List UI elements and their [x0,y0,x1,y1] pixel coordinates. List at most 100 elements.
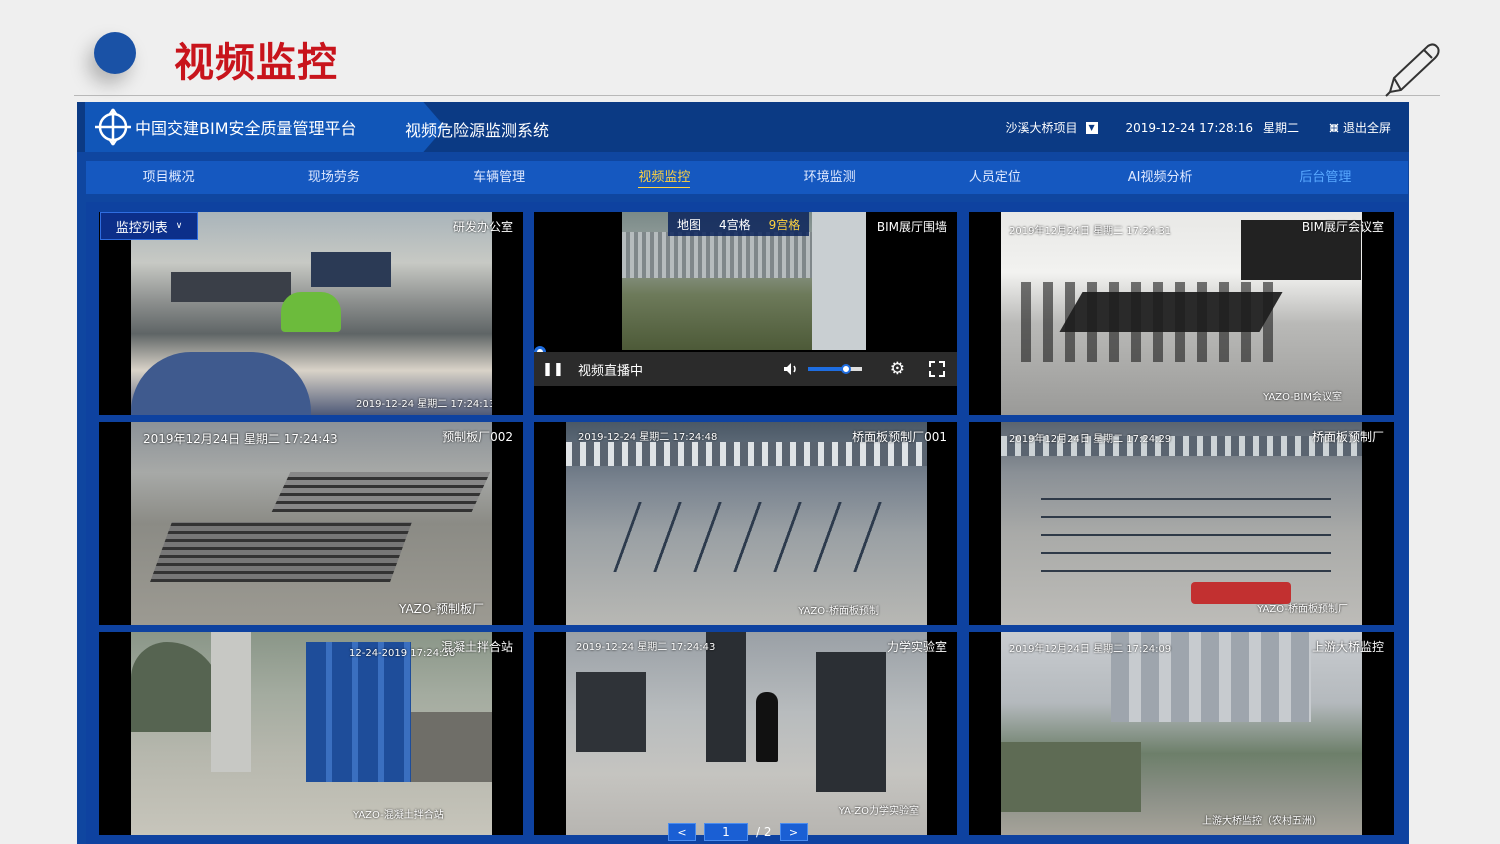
nav-label: AI视频分析 [1127,170,1193,185]
camera-label: BIM展厅会议室 [1301,220,1384,234]
nav-label: 人员定位 [968,170,1021,185]
osd-timestamp: 2019年12月24日 星期二 17:24:29 [1009,434,1172,445]
video-feed: 12-24-2019 17:24:36 YAZO-混凝土拌合站 [131,632,492,835]
osd-timestamp: 2019-12-24 星期二 17:24:48 [578,432,718,443]
camera-tile[interactable]: 2019-12-24 星期二 17:24:13 研发办公室 [99,212,523,415]
wall-shape [812,212,866,350]
camera-label: 研发办公室 [452,220,513,234]
osd-timestamp: 2019年12月24日 星期二 17:24:43 [143,432,338,446]
desk-shape [171,272,291,302]
project-dropdown-icon[interactable]: ▼ [1085,121,1098,134]
camera-tile[interactable]: 2019-12-24 星期二 17:24:43 YA-ZO力学实验室 力学实验室 [534,632,957,835]
video-feed: 2019-12-24 星期二 17:24:48 YAZO-桥面板预制 [566,422,927,625]
player-controls: ❚❚ 视频直播中 ⚙ [534,352,957,386]
app-window: 中国交建BIM安全质量管理平台 视频危险源监测系统 沙溪大桥项目 ▼ 2019-… [77,102,1409,844]
monitor-list-button[interactable]: 监控列表 ∨ [100,212,198,240]
camera-tile-player[interactable]: 地图 4宫格 9宫格 BIM展厅围墙 ❚❚ 视频直播中 ⚙ [534,212,957,415]
chairs-shape [1021,282,1281,362]
camera-label: 上游大桥监控 [1311,640,1384,654]
exit-fullscreen-button[interactable]: 退出全屏 [1329,119,1391,136]
camera-tile[interactable]: 12-24-2019 17:24:36 YAZO-混凝土拌合站 混凝土拌合站 [99,632,523,835]
fullscreen-icon[interactable] [929,361,945,377]
camera-label: 混凝土拌合站 [440,640,513,654]
hill-shape [131,642,221,732]
camera-label: BIM展厅围墙 [876,220,947,234]
camera-label: 力学实验室 [886,640,947,654]
osd-camera-name: YAZO-桥面板预制厂 [1257,604,1348,615]
nav-label: 现场劳务 [307,170,360,185]
video-feed: 2019年12月24日 星期二 17:24:31 YAZO-BIM会议室 [1001,212,1362,415]
nav-item-personnel[interactable]: 人员定位 [912,161,1077,194]
video-feed: 2019年12月24日 星期二 17:24:09 上游大桥监控（农村五洲） [1001,632,1362,835]
beam-shape [613,502,899,572]
osd-camera-name: YAZO-混凝土拌合站 [353,810,444,821]
windows-shape [566,442,927,466]
camera-tile[interactable]: 2019-12-24 星期二 17:24:48 YAZO-桥面板预制 桥面板预制… [534,422,957,625]
project-select[interactable]: 沙溪大桥项目 [1006,119,1078,136]
pen-icon [1385,43,1440,97]
machine-shape [576,672,646,752]
person-shape [756,692,778,762]
gear-icon[interactable]: ⚙ [890,359,905,379]
camera-tile[interactable]: 2019年12月24日 星期二 17:24:31 YAZO-BIM会议室 BIM… [969,212,1394,415]
exit-fullscreen-label: 退出全屏 [1342,121,1391,135]
nav-item-vehicles[interactable]: 车辆管理 [417,161,582,194]
osd-timestamp: 2019年12月24日 星期二 17:24:31 [1009,226,1172,237]
camera-label: 桥面板预制厂 [1311,430,1384,444]
osd-camera-name: 上游大桥监控（农村五洲） [1202,816,1322,827]
prev-page-button[interactable]: < [668,823,696,841]
rebar-shape [271,472,491,512]
silo-shape [211,632,251,772]
tab-map[interactable]: 地图 [668,212,710,236]
title-divider [74,95,1440,96]
volume-slider[interactable] [807,364,862,374]
title-bullet [94,32,136,74]
camera-tile[interactable]: 2019年12月24日 星期二 17:24:43 YAZO-预制板厂 预制板厂0… [99,422,523,625]
video-feed: 2019年12月24日 星期二 17:24:29 YAZO-桥面板预制厂 [1001,422,1362,625]
subsystem-title: 视频危险源监测系统 [405,121,550,140]
nav-item-environment[interactable]: 环境监测 [747,161,912,194]
volume-knob[interactable] [840,364,851,374]
camera-tile[interactable]: 2019年12月24日 星期二 17:24:09 上游大桥监控（农村五洲） 上游… [969,632,1394,835]
page-input[interactable]: 1 [704,823,748,841]
nav-label: 车辆管理 [473,170,526,185]
nav-item-admin[interactable]: 后台管理 [1243,161,1408,194]
pagination: < 1 / 2 > [668,823,808,841]
nav-label: 视频监控 [638,170,691,188]
osd-timestamp: 2019年12月24日 星期二 17:24:09 [1009,644,1172,655]
trees-shape [1001,742,1141,812]
monitor-shape [311,252,391,287]
page-title: 视频监控 [174,40,338,86]
volume-icon[interactable] [782,360,800,378]
camera-label: 预制板厂002 [442,430,513,444]
rebar-shape [150,522,412,582]
osd-timestamp: 2019-12-24 星期二 17:24:43 [576,642,716,653]
page-total: / 2 [756,825,772,839]
nav-item-video[interactable]: 视频监控 [582,161,747,194]
pause-icon[interactable]: ❚❚ [538,362,568,377]
camera-label: 桥面板预制厂001 [852,430,947,444]
video-feed: 2019年12月24日 星期二 17:24:43 YAZO-预制板厂 [131,422,492,625]
top-bar: 中国交建BIM安全质量管理平台 视频危险源监测系统 沙溪大桥项目 ▼ 2019-… [77,102,1409,152]
camera-tile[interactable]: 2019年12月24日 星期二 17:24:29 YAZO-桥面板预制厂 桥面板… [969,422,1394,625]
next-page-button[interactable]: > [779,823,808,841]
nav-item-overview[interactable]: 项目概况 [86,161,251,194]
datetime: 2019-12-24 17:28:16 [1125,120,1253,135]
video-feed: 2019-12-24 星期二 17:24:43 YA-ZO力学实验室 [566,632,927,835]
weekday: 星期二 [1262,121,1299,135]
main-nav: 项目概况 现场劳务 车辆管理 视频监控 环境监测 人员定位 AI视频分析 后台管… [86,161,1408,194]
brand[interactable]: 中国交建BIM安全质量管理平台 [85,102,445,152]
osd-timestamp: 2019-12-24 星期二 17:24:13 [356,399,492,410]
nav-label: 环境监测 [803,170,856,185]
nav-item-labor[interactable]: 现场劳务 [251,161,416,194]
tab-9-grid[interactable]: 9宫格 [760,212,810,236]
nav-item-ai-video[interactable]: AI视频分析 [1078,161,1243,194]
volume-fill [807,367,846,371]
tab-4-grid[interactable]: 4宫格 [710,212,760,236]
machine-shape [816,652,886,792]
foreground-shape [131,352,311,415]
platform-name: 中国交建BIM安全质量管理平台 [135,119,357,138]
header-status: 沙溪大桥项目 ▼ 2019-12-24 17:28:16 星期二 退出全屏 [1006,119,1392,136]
osd-camera-name: YA-ZO力学实验室 [838,806,919,817]
nav-label: 后台管理 [1299,170,1352,185]
